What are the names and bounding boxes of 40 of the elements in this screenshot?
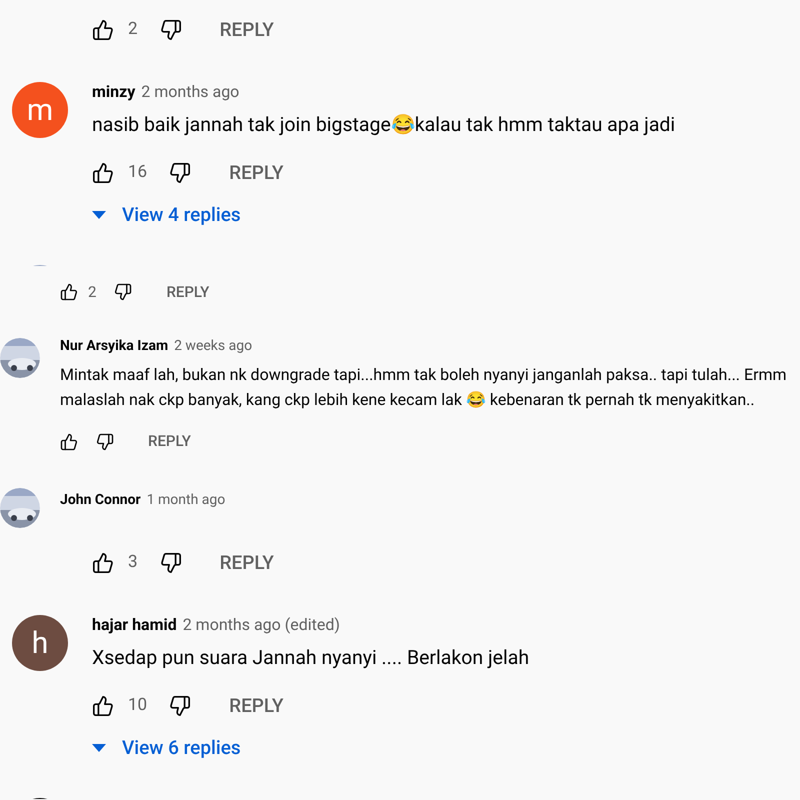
reply-button[interactable]: REPLY — [220, 16, 274, 44]
like-icon[interactable] — [92, 552, 114, 574]
comment-text: Xsedap pun suara Jannah nyanyi .... Berlakon jelah — [92, 645, 530, 671]
like-icon[interactable] — [60, 432, 78, 450]
dislike-icon[interactable] — [114, 283, 132, 301]
like-count: 2 — [128, 18, 138, 42]
comment-time[interactable]: 2 months ago — [141, 82, 240, 101]
reply-button[interactable]: REPLY — [166, 280, 210, 304]
like-icon[interactable] — [92, 19, 114, 41]
view-replies-button[interactable]: View 6 replies — [92, 734, 241, 762]
reply-button[interactable]: REPLY — [148, 430, 191, 453]
like-count: 16 — [128, 161, 148, 184]
like-icon[interactable] — [92, 162, 114, 184]
comment-text: Mintak maaf lah, bukan nk downgrade tapi...hmm tak boleh nyanyi janganlah paksa.. tapi tulah... Ermm malaslah nak ckp banyak, kang ckp lebih kene kecam lak 😂 kebenaran tk pernah tk menyakitkan.. — [60, 364, 788, 410]
reply-button[interactable]: REPLY — [229, 692, 284, 720]
author-name[interactable]: Nur Arsyika Izam — [60, 338, 168, 354]
dislike-icon[interactable] — [96, 432, 114, 450]
caret-icon — [92, 211, 106, 219]
dislike-icon[interactable] — [160, 552, 182, 574]
comment-time[interactable]: 1 month ago — [146, 492, 226, 508]
comment-text: nasib baik jannah tak join bigstage😂kalau tak hmm taktau apa jadi — [92, 112, 676, 138]
like-icon[interactable] — [92, 695, 114, 717]
author-name[interactable]: John Connor — [60, 492, 141, 508]
author-name[interactable]: hajar hamid — [92, 615, 177, 634]
dislike-icon[interactable] — [169, 695, 192, 717]
like-icon[interactable] — [60, 283, 78, 301]
like-count: 2 — [88, 282, 96, 303]
dislike-icon[interactable] — [169, 162, 192, 184]
like-count: 10 — [128, 694, 148, 718]
comment-time[interactable]: 2 months ago (edited) — [182, 615, 340, 634]
caret-icon — [92, 744, 106, 752]
comment-time[interactable]: 2 weeks ago — [174, 338, 252, 354]
dislike-icon[interactable] — [160, 19, 182, 41]
avatar[interactable]: m — [12, 82, 68, 138]
like-count: 3 — [128, 551, 138, 574]
avatar[interactable]: h — [12, 615, 68, 671]
author-name[interactable]: minzy — [92, 82, 136, 101]
view-replies-button[interactable]: View 4 replies — [92, 200, 241, 230]
reply-button[interactable]: REPLY — [229, 158, 284, 188]
reply-button[interactable]: REPLY — [220, 548, 274, 578]
